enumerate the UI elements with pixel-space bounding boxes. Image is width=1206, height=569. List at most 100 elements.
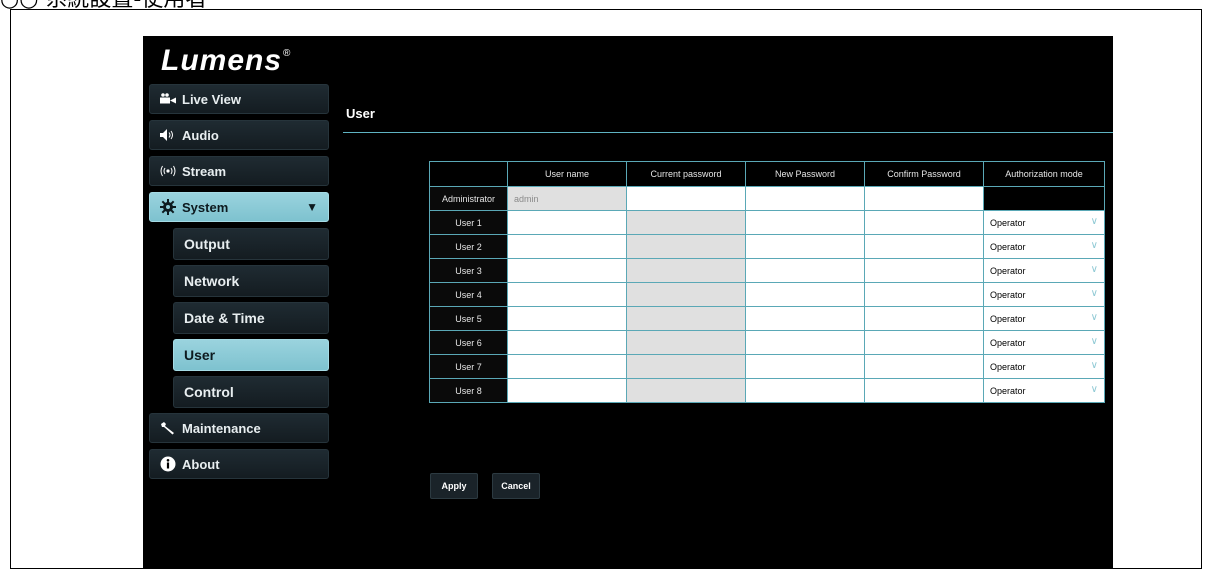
row-label: User 3	[429, 258, 508, 283]
info-icon	[158, 456, 178, 472]
chevron-down-icon: ∨	[1090, 384, 1098, 395]
chevron-down-icon: ∨	[1090, 312, 1098, 323]
table-row: User 5 Operator ∨	[429, 306, 1105, 331]
wrench-icon	[158, 421, 178, 435]
sidebar-item-maintenance[interactable]: Maintenance	[149, 413, 329, 443]
row-label: User 8	[429, 378, 508, 403]
username-field[interactable]	[507, 258, 627, 283]
gear-icon	[158, 199, 178, 215]
new-password-field[interactable]	[745, 354, 865, 379]
new-password-field[interactable]	[745, 210, 865, 235]
chevron-down-icon: ∨	[1090, 216, 1098, 227]
sidebar-item-label: Output	[184, 236, 230, 252]
cancel-button[interactable]: Cancel	[492, 473, 540, 499]
new-password-field[interactable]	[745, 258, 865, 283]
authorization-mode-cell	[983, 186, 1105, 211]
caret-down-icon: ▼	[306, 200, 318, 214]
row-label: Administrator	[429, 186, 508, 211]
selected-mode: Operator	[990, 361, 1026, 372]
authorization-mode-select[interactable]: Operator ∨	[983, 234, 1105, 259]
row-label: User 7	[429, 354, 508, 379]
authorization-mode-select[interactable]: Operator ∨	[983, 258, 1105, 283]
current-password-field	[626, 378, 746, 403]
selected-mode: Operator	[990, 289, 1026, 300]
sidebar-item-user[interactable]: User	[173, 339, 329, 371]
authorization-mode-select[interactable]: Operator ∨	[983, 330, 1105, 355]
confirm-password-field[interactable]	[864, 378, 984, 403]
new-password-field[interactable]	[745, 186, 865, 211]
column-header-user-name: User name	[507, 161, 627, 187]
authorization-mode-select[interactable]: Operator ∨	[983, 282, 1105, 307]
authorization-mode-select[interactable]: Operator ∨	[983, 306, 1105, 331]
table-row: User 6 Operator ∨	[429, 330, 1105, 355]
document-frame: Lumens® Live View Audio Stream System ▼ …	[10, 9, 1202, 569]
username-field[interactable]	[507, 306, 627, 331]
column-header	[429, 161, 508, 187]
sidebar-item-control[interactable]: Control	[173, 376, 329, 408]
sidebar-item-label: Audio	[182, 127, 219, 143]
new-password-field[interactable]	[745, 234, 865, 259]
username-field[interactable]	[507, 354, 627, 379]
confirm-password-field[interactable]	[864, 306, 984, 331]
confirm-password-field[interactable]	[864, 258, 984, 283]
username-field[interactable]	[507, 210, 627, 235]
new-password-field[interactable]	[745, 306, 865, 331]
selected-mode: Operator	[990, 265, 1026, 276]
apply-button[interactable]: Apply	[430, 473, 478, 499]
table-row-administrator: Administrator admin	[429, 186, 1105, 211]
chevron-down-icon: ∨	[1090, 360, 1098, 371]
current-password-field	[626, 282, 746, 307]
new-password-field[interactable]	[745, 282, 865, 307]
row-label: User 1	[429, 210, 508, 235]
row-label: User 2	[429, 234, 508, 259]
current-password-field	[626, 234, 746, 259]
sidebar-item-about[interactable]: About	[149, 449, 329, 479]
chevron-down-icon: ∨	[1090, 240, 1098, 251]
lumens-logo: Lumens®	[161, 44, 292, 77]
sidebar-item-label: Maintenance	[182, 420, 261, 436]
username-field[interactable]	[507, 330, 627, 355]
sidebar-item-network[interactable]: Network	[173, 265, 329, 297]
sidebar-item-system[interactable]: System ▼	[149, 192, 329, 222]
confirm-password-field[interactable]	[864, 210, 984, 235]
chevron-down-icon: ∨	[1090, 264, 1098, 275]
username-field[interactable]	[507, 282, 627, 307]
confirm-password-field[interactable]	[864, 186, 984, 211]
confirm-password-field[interactable]	[864, 282, 984, 307]
sidebar-item-label: Live View	[182, 91, 242, 107]
broadcast-icon	[158, 165, 178, 177]
username-field[interactable]	[507, 234, 627, 259]
current-password-field	[626, 306, 746, 331]
confirm-password-field[interactable]	[864, 354, 984, 379]
current-password-field[interactable]	[626, 186, 746, 211]
authorization-mode-select[interactable]: Operator ∨	[983, 210, 1105, 235]
column-header-current-password: Current password	[626, 161, 746, 187]
selected-mode: Operator	[990, 313, 1026, 324]
username-field[interactable]	[507, 378, 627, 403]
selected-mode: Operator	[990, 337, 1026, 348]
row-label: User 5	[429, 306, 508, 331]
table-row: User 8 Operator ∨	[429, 378, 1105, 403]
column-header-confirm-password: Confirm Password	[864, 161, 984, 187]
username-field: admin	[507, 186, 627, 211]
app-screen: Lumens® Live View Audio Stream System ▼ …	[143, 36, 1113, 569]
table-row: User 7 Operator ∨	[429, 354, 1105, 379]
chevron-down-icon: ∨	[1090, 288, 1098, 299]
table-row: User 1 Operator ∨	[429, 210, 1105, 235]
sidebar-item-stream[interactable]: Stream	[149, 156, 329, 186]
sidebar-item-audio[interactable]: Audio	[149, 120, 329, 150]
user-table: User name Current password New Password …	[429, 161, 1105, 403]
sidebar-item-label: Stream	[182, 163, 227, 179]
current-password-field	[626, 258, 746, 283]
sidebar-item-output[interactable]: Output	[173, 228, 329, 260]
confirm-password-field[interactable]	[864, 330, 984, 355]
new-password-field[interactable]	[745, 378, 865, 403]
authorization-mode-select[interactable]: Operator ∨	[983, 354, 1105, 379]
selected-mode: Operator	[990, 385, 1026, 396]
sidebar-item-live-view[interactable]: Live View	[149, 84, 329, 114]
new-password-field[interactable]	[745, 330, 865, 355]
authorization-mode-select[interactable]: Operator ∨	[983, 378, 1105, 403]
sidebar-item-label: User	[184, 347, 216, 363]
confirm-password-field[interactable]	[864, 234, 984, 259]
sidebar-item-date-time[interactable]: Date & Time	[173, 302, 329, 334]
